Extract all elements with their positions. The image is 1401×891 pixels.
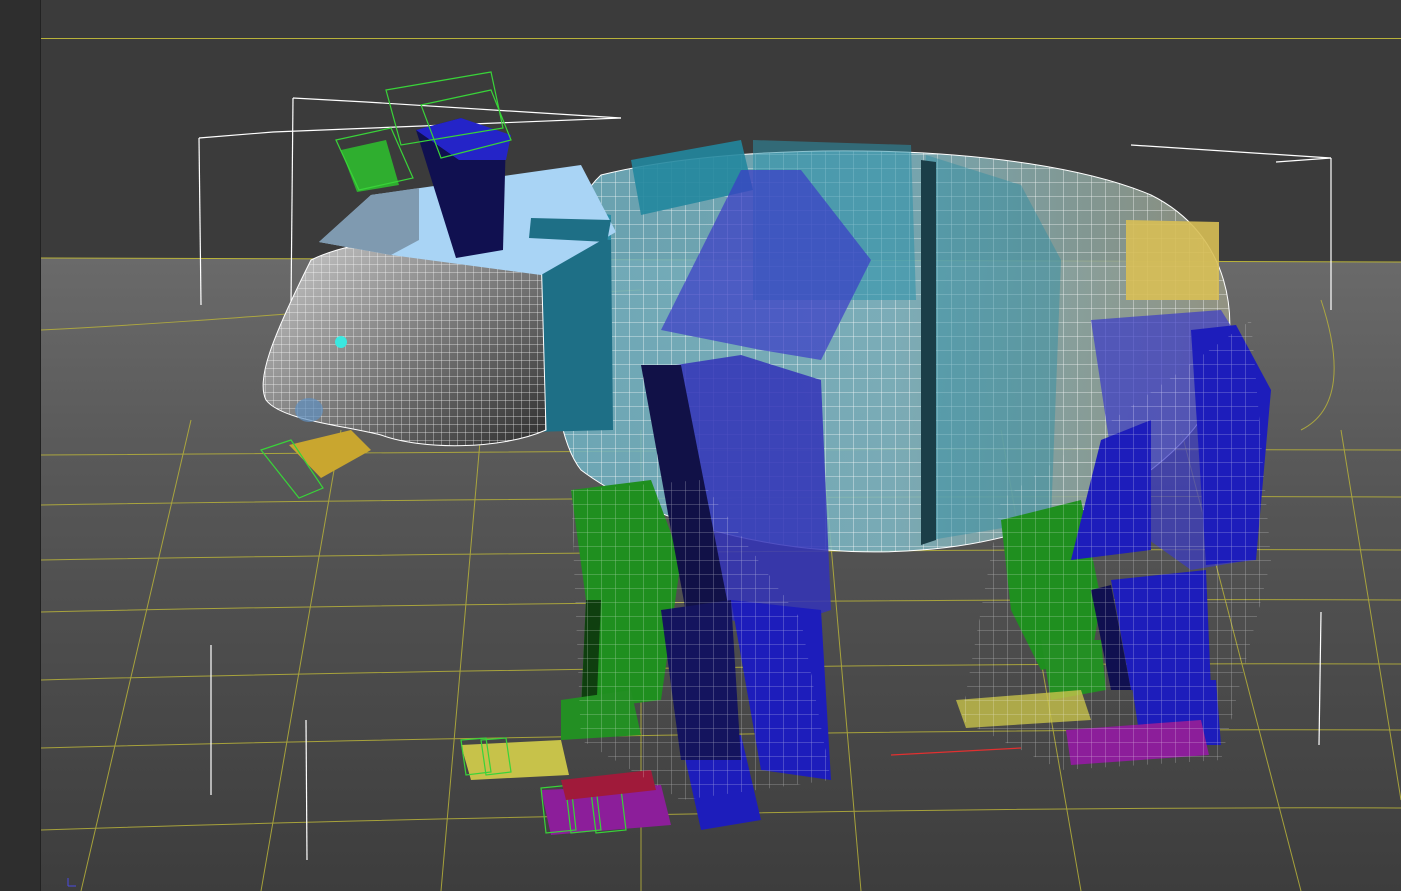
nose-helper [295,398,323,422]
front-foot-far-toes[interactable] [460,737,569,780]
eye-marker [335,336,347,348]
perspective-viewport[interactable] [41,0,1401,891]
left-toolbar-strip [0,0,41,891]
scene-canvas[interactable] [41,0,1401,891]
viewport-top-edge [41,38,1401,39]
pelvis-bone [1126,220,1219,300]
axis-tripod-icon [67,877,77,887]
max-viewport-window [0,0,1401,891]
